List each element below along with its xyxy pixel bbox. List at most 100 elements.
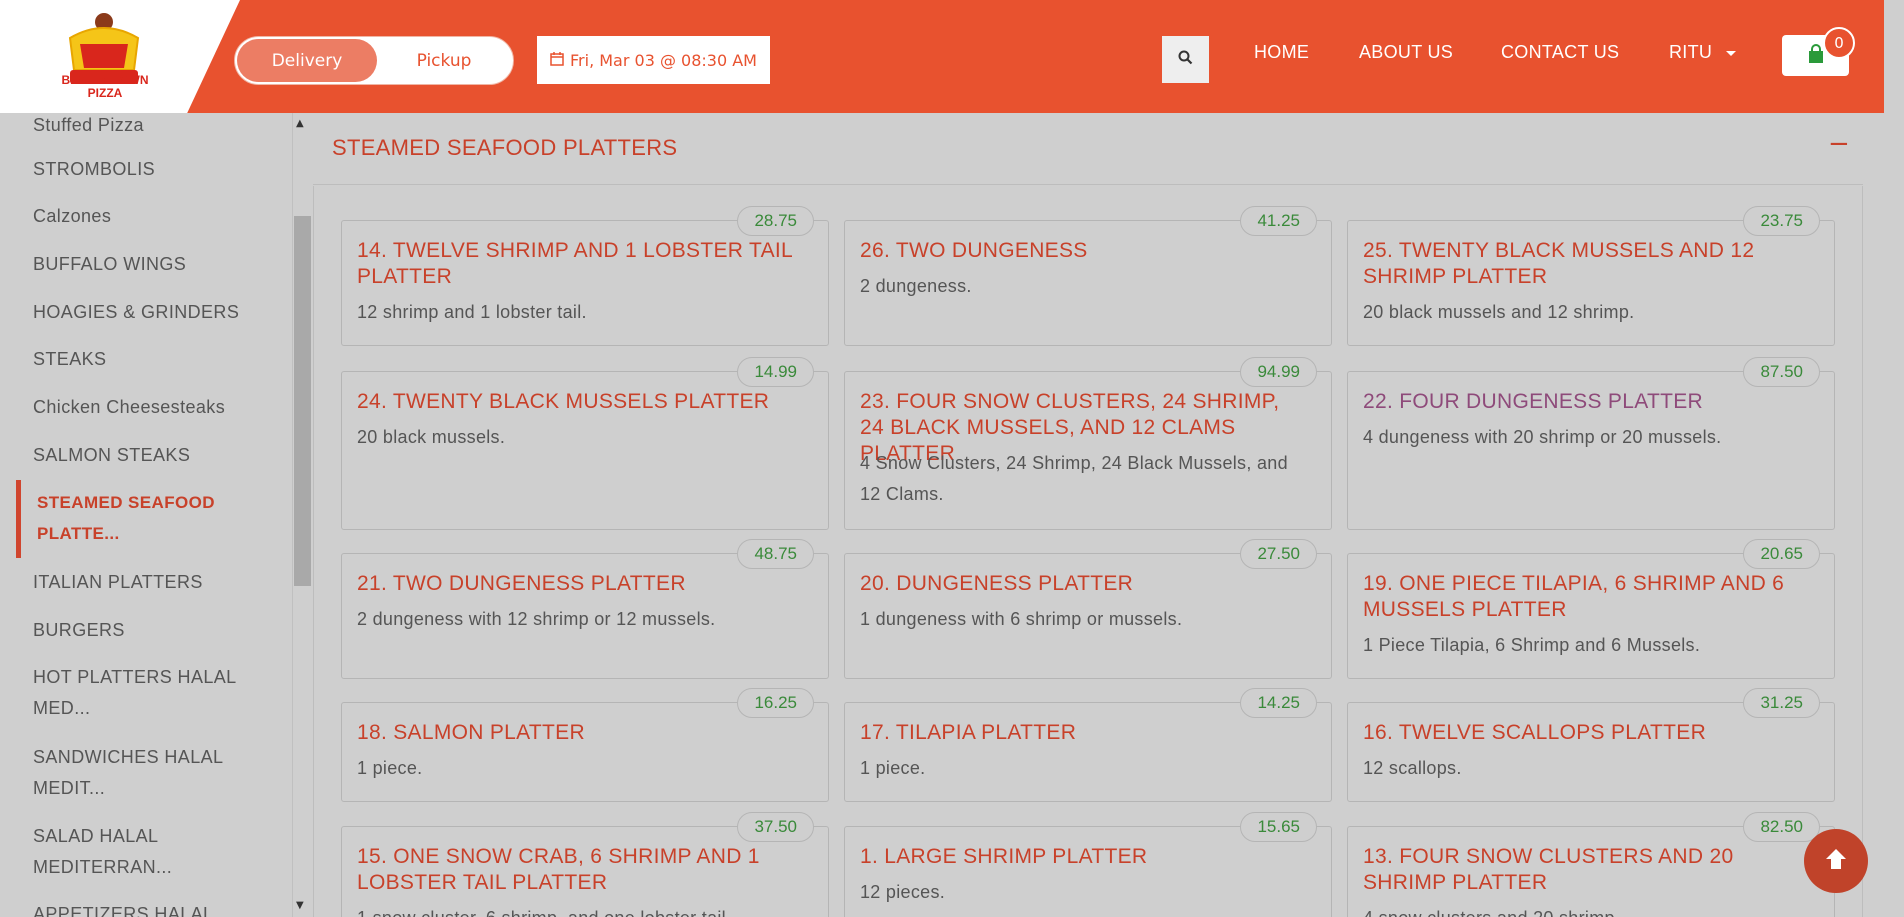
menu-item-name: 20. DUNGENESS PLATTER — [860, 572, 1134, 595]
category-panel: STEAMED SEAFOOD PLATTERS − 28.75 14. TWE… — [313, 113, 1863, 917]
sidebar-item-label: SANDWICHES HALAL — [33, 747, 224, 767]
price-badge: 48.75 — [737, 539, 814, 569]
order-type-toggle[interactable]: Delivery Pickup — [234, 36, 514, 85]
pickup-option[interactable]: Pickup — [375, 39, 513, 82]
sidebar-item-steaks[interactable]: STEAKS — [33, 344, 106, 375]
logo-text: BEST IN TOWN PIZZA — [61, 73, 149, 100]
sidebar-item-sandwiches-halal[interactable]: SANDWICHES HALAL MEDIT... — [33, 742, 223, 804]
menu-item-desc: 12 shrimp and 1 lobster tail. — [357, 302, 587, 322]
arrow-up-icon — [1823, 846, 1849, 876]
menu-item-card[interactable]: 27.50 20. DUNGENESS PLATTER 1 dungeness … — [844, 539, 1332, 679]
sidebar-item-hoagies-grinders[interactable]: HOAGIES & GRINDERS — [33, 297, 239, 328]
scroll-to-top-button[interactable] — [1804, 829, 1868, 893]
nav-about[interactable]: ABOUT US — [1359, 42, 1453, 63]
menu-item-desc: 2 dungeness. — [860, 276, 972, 296]
menu-item-name: 22. FOUR DUNGENESS PLATTER — [1363, 390, 1703, 413]
menu-item-desc: 1 dungeness with 6 shrimp or mussels. — [860, 609, 1183, 629]
menu-item-name: 24. TWENTY BLACK MUSSELS PLATTER — [357, 390, 770, 413]
menu-item-card[interactable]: 37.50 15. ONE SNOW CRAB, 6 SHRIMP AND 1 … — [341, 812, 829, 917]
menu-grid: 28.75 14. TWELVE SHRIMP AND 1 LOBSTER TA… — [313, 186, 1863, 917]
category-sidebar: Stuffed Pizza STROMBOLIS Calzones BUFFAL… — [0, 113, 292, 917]
menu-item-card[interactable]: 23.75 25. TWENTY BLACK MUSSELS AND 12 SH… — [1347, 206, 1835, 346]
price-badge: 14.99 — [737, 357, 814, 387]
menu-item-desc: 4 Snow Clusters, 24 Shrimp, 24 Black Mus… — [860, 453, 1288, 504]
price-badge: 14.25 — [1240, 688, 1317, 718]
menu-item-desc: 1 piece. — [860, 758, 926, 778]
menu-item-card[interactable]: 28.75 14. TWELVE SHRIMP AND 1 LOBSTER TA… — [341, 206, 829, 346]
nav-contact[interactable]: CONTACT US — [1501, 42, 1619, 63]
menu-item-card[interactable]: 14.99 24. TWENTY BLACK MUSSELS PLATTER 2… — [341, 357, 829, 530]
category-title: STEAMED SEAFOOD PLATTERS — [332, 135, 678, 160]
price-badge: 82.50 — [1743, 812, 1820, 842]
menu-item-name: 1. LARGE SHRIMP PLATTER — [860, 845, 1148, 868]
menu-item-desc: 12 pieces. — [860, 882, 946, 902]
search-button[interactable] — [1162, 36, 1209, 83]
sidebar-item-italian-platters[interactable]: ITALIAN PLATTERS — [33, 567, 203, 598]
price-badge: 23.75 — [1743, 206, 1820, 236]
sidebar-item-buffalo-wings[interactable]: BUFFALO WINGS — [33, 249, 186, 280]
nav-user-menu[interactable]: RITU — [1669, 42, 1736, 63]
price-badge: 28.75 — [737, 206, 814, 236]
menu-item-card[interactable]: 94.99 23. FOUR SNOW CLUSTERS, 24 SHRIMP,… — [844, 357, 1332, 530]
sidebar-item-appetizers-halal[interactable]: APPETIZERS HALAL — [33, 899, 213, 917]
sidebar-item-calzones[interactable]: Calzones — [33, 201, 111, 232]
menu-item-card[interactable]: 82.50 13. FOUR SNOW CLUSTERS AND 20 SHRI… — [1347, 812, 1835, 917]
menu-item-card[interactable]: 15.65 1. LARGE SHRIMP PLATTER 12 pieces. — [844, 812, 1332, 917]
menu-item-name: 21. TWO DUNGENESS PLATTER — [357, 572, 686, 595]
search-icon — [1178, 50, 1193, 69]
menu-item-name: 13. FOUR SNOW CLUSTERS AND 20 SHRIMP PLA… — [1363, 845, 1734, 894]
sidebar-item-stuffed-pizza[interactable]: Stuffed Pizza — [33, 113, 144, 141]
menu-item-card[interactable]: 48.75 21. TWO DUNGENESS PLATTER 2 dungen… — [341, 539, 829, 679]
nav-home[interactable]: HOME — [1254, 42, 1309, 63]
menu-item-name: 14. TWELVE SHRIMP AND 1 LOBSTER TAIL PLA… — [357, 239, 793, 288]
menu-item-desc: 1 snow cluster, 6 shrimp, and one lobste… — [357, 903, 817, 917]
shopping-bag-icon — [1806, 43, 1826, 68]
collapse-icon[interactable]: − — [1828, 129, 1850, 159]
menu-item-card[interactable]: 16.25 18. SALMON PLATTER 1 piece. — [341, 688, 829, 802]
sidebar-item-steamed-seafood[interactable]: STEAMED SEAFOOD PLATTE... — [37, 487, 215, 549]
sidebar-item-label: HOT PLATTERS HALAL — [33, 667, 237, 687]
delivery-option[interactable]: Delivery — [237, 39, 377, 82]
sidebar-item-label: MEDITERRAN... — [33, 857, 173, 877]
sidebar-item-label: PLATTE... — [37, 524, 120, 543]
sidebar-item-label: STEAMED SEAFOOD — [37, 493, 215, 512]
sidebar-item-salmon-steaks[interactable]: SALMON STEAKS — [33, 440, 190, 471]
menu-item-name: 18. SALMON PLATTER — [357, 721, 585, 744]
sidebar-item-hot-platters[interactable]: HOT PLATTERS HALAL MED... — [33, 662, 237, 724]
menu-item-name: 26. TWO DUNGENESS — [860, 239, 1088, 262]
sidebar-item-strombolis[interactable]: STROMBOLIS — [33, 154, 155, 185]
sidebar-item-burgers[interactable]: BURGERS — [33, 615, 125, 646]
user-name: RITU — [1669, 42, 1713, 62]
sidebar-item-chicken-cheesesteaks[interactable]: Chicken Cheesesteaks — [33, 392, 225, 423]
sidebar-scroll-thumb[interactable] — [294, 216, 311, 586]
price-badge: 20.65 — [1743, 539, 1820, 569]
date-text: Fri, Mar 03 @ 08:30 AM — [570, 50, 757, 70]
scroll-down-arrow-icon[interactable]: ▼ — [296, 900, 304, 911]
date-picker[interactable]: Fri, Mar 03 @ 08:30 AM — [537, 36, 770, 84]
menu-item-desc: 20 black mussels. — [357, 427, 506, 447]
menu-item-card[interactable]: 20.65 19. ONE PIECE TILAPIA, 6 SHRIMP AN… — [1347, 539, 1835, 679]
menu-item-desc: 20 black mussels and 12 shrimp. — [1363, 302, 1635, 322]
menu-item-name: 25. TWENTY BLACK MUSSELS AND 12 SHRIMP P… — [1363, 239, 1755, 288]
active-indicator — [16, 480, 21, 558]
price-badge: 87.50 — [1743, 357, 1820, 387]
scroll-up-arrow-icon[interactable]: ▲ — [296, 118, 304, 129]
menu-item-card[interactable]: 31.25 16. TWELVE SCALLOPS PLATTER 12 sca… — [1347, 688, 1835, 802]
menu-item-desc: 12 scallops. — [1363, 758, 1462, 778]
menu-item-card[interactable]: 87.50 22. FOUR DUNGENESS PLATTER 4 dunge… — [1347, 357, 1835, 530]
menu-content: STEAMED SEAFOOD PLATTERS − 28.75 14. TWE… — [313, 113, 1884, 917]
menu-item-card[interactable]: 14.25 17. TILAPIA PLATTER 1 piece. — [844, 688, 1332, 802]
price-badge: 31.25 — [1743, 688, 1820, 718]
calendar-icon — [550, 51, 564, 70]
price-badge: 15.65 — [1240, 812, 1317, 842]
menu-item-name: 16. TWELVE SCALLOPS PLATTER — [1363, 721, 1707, 744]
sidebar-item-salad-halal[interactable]: SALAD HALAL MEDITERRAN... — [33, 821, 172, 883]
price-badge: 94.99 — [1240, 357, 1317, 387]
menu-item-desc: 4 dungeness with 20 shrimp or 20 mussels… — [1363, 427, 1722, 447]
sidebar-item-label: SALAD HALAL — [33, 826, 159, 846]
price-badge: 16.25 — [737, 688, 814, 718]
price-badge: 41.25 — [1240, 206, 1317, 236]
menu-item-card[interactable]: 41.25 26. TWO DUNGENESS 2 dungeness. — [844, 206, 1332, 346]
sidebar-item-label: MED... — [33, 698, 91, 718]
category-header[interactable]: STEAMED SEAFOOD PLATTERS − — [313, 113, 1863, 185]
